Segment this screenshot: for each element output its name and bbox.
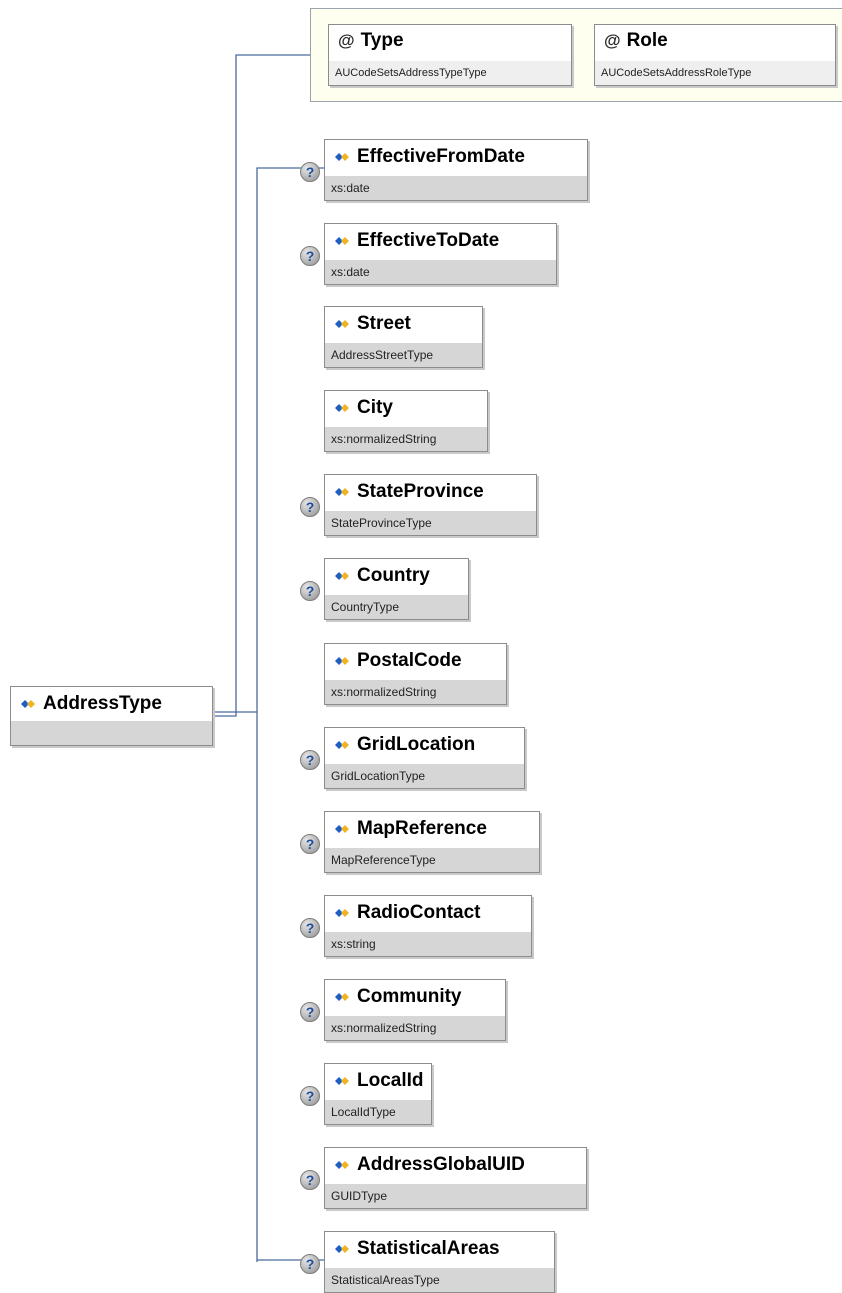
element-diamond-icon <box>335 488 349 496</box>
root-node[interactable]: AddressType <box>10 686 213 746</box>
element-label: RadioContact <box>357 902 481 923</box>
element-diamond-icon <box>335 657 349 665</box>
question-mark-icon: ? <box>300 1254 320 1274</box>
element-node[interactable]: GridLocation GridLocationType <box>324 727 525 789</box>
element-diamond-icon <box>335 1161 349 1169</box>
element-label: LocalId <box>357 1070 424 1091</box>
element-label: Community <box>357 986 462 1007</box>
element-diamond-icon <box>335 153 349 161</box>
question-mark-icon: ? <box>300 834 320 854</box>
question-mark-icon: ? <box>300 1002 320 1022</box>
element-type: StatisticalAreasType <box>325 1268 554 1292</box>
element-type: AddressStreetType <box>325 343 482 367</box>
element-diamond-icon <box>335 572 349 580</box>
element-label: StatisticalAreas <box>357 1238 500 1259</box>
element-label: EffectiveToDate <box>357 230 500 251</box>
at-sign-icon: @ <box>338 31 355 50</box>
element-node[interactable]: Community xs:normalizedString <box>324 979 506 1041</box>
question-mark-icon: ? <box>300 1170 320 1190</box>
element-label: Country <box>357 565 430 586</box>
element-diamond-icon <box>335 1245 349 1253</box>
element-label: Street <box>357 313 411 334</box>
at-sign-icon: @ <box>604 31 621 50</box>
element-type: CountryType <box>325 595 468 619</box>
element-diamond-icon <box>335 741 349 749</box>
element-diamond-icon <box>335 1077 349 1085</box>
element-label: PostalCode <box>357 650 462 671</box>
attribute-type[interactable]: @ Type AUCodeSetsAddressTypeType <box>328 24 572 86</box>
element-label: AddressGlobalUID <box>357 1154 525 1175</box>
attribute-label: Type <box>360 30 404 51</box>
element-type: xs:date <box>325 260 556 284</box>
element-label: MapReference <box>357 818 487 839</box>
element-type: xs:normalizedString <box>325 1016 505 1040</box>
question-mark-icon: ? <box>300 581 320 601</box>
question-mark-icon: ? <box>300 750 320 770</box>
element-label: EffectiveFromDate <box>357 146 525 167</box>
attribute-type-name: AUCodeSetsAddressTypeType <box>329 61 571 85</box>
connector-attributes <box>213 54 310 717</box>
question-mark-icon: ? <box>300 497 320 517</box>
element-node[interactable]: Street AddressStreetType <box>324 306 483 368</box>
element-node[interactable]: PostalCode xs:normalizedString <box>324 643 507 705</box>
element-type: MapReferenceType <box>325 848 539 872</box>
element-node[interactable]: EffectiveToDate xs:date <box>324 223 557 285</box>
element-label: City <box>357 397 393 418</box>
element-diamond-icon <box>21 700 35 708</box>
root-node-label: AddressType <box>43 693 162 714</box>
element-node[interactable]: AddressGlobalUID GUIDType <box>324 1147 587 1209</box>
element-node[interactable]: Country CountryType <box>324 558 469 620</box>
element-diamond-icon <box>335 404 349 412</box>
element-diamond-icon <box>335 320 349 328</box>
element-diamond-icon <box>335 909 349 917</box>
question-mark-icon: ? <box>300 1086 320 1106</box>
element-diamond-icon <box>335 993 349 1001</box>
question-mark-icon: ? <box>300 162 320 182</box>
element-diamond-icon <box>335 825 349 833</box>
question-mark-icon: ? <box>300 918 320 938</box>
element-type: xs:date <box>325 176 587 200</box>
element-node[interactable]: LocalId LocalIdType <box>324 1063 432 1125</box>
element-node[interactable]: MapReference MapReferenceType <box>324 811 540 873</box>
element-type: GridLocationType <box>325 764 524 788</box>
element-type: xs:normalizedString <box>325 680 506 704</box>
element-node[interactable]: City xs:normalizedString <box>324 390 488 452</box>
root-node-type <box>11 721 212 745</box>
element-type: xs:normalizedString <box>325 427 487 451</box>
attribute-role[interactable]: @ Role AUCodeSetsAddressRoleType <box>594 24 836 86</box>
question-mark-icon: ? <box>300 246 320 266</box>
element-node[interactable]: EffectiveFromDate xs:date <box>324 139 588 201</box>
attribute-label: Role <box>626 30 668 51</box>
element-label: StateProvince <box>357 481 484 502</box>
element-type: xs:string <box>325 932 531 956</box>
element-type: GUIDType <box>325 1184 586 1208</box>
element-node[interactable]: StateProvince StateProvinceType <box>324 474 537 536</box>
element-node[interactable]: StatisticalAreas StatisticalAreasType <box>324 1231 555 1293</box>
element-type: LocalIdType <box>325 1100 431 1124</box>
element-node[interactable]: RadioContact xs:string <box>324 895 532 957</box>
attribute-type-name: AUCodeSetsAddressRoleType <box>595 61 835 85</box>
element-diamond-icon <box>335 237 349 245</box>
element-label: GridLocation <box>357 734 476 755</box>
element-type: StateProvinceType <box>325 511 536 535</box>
